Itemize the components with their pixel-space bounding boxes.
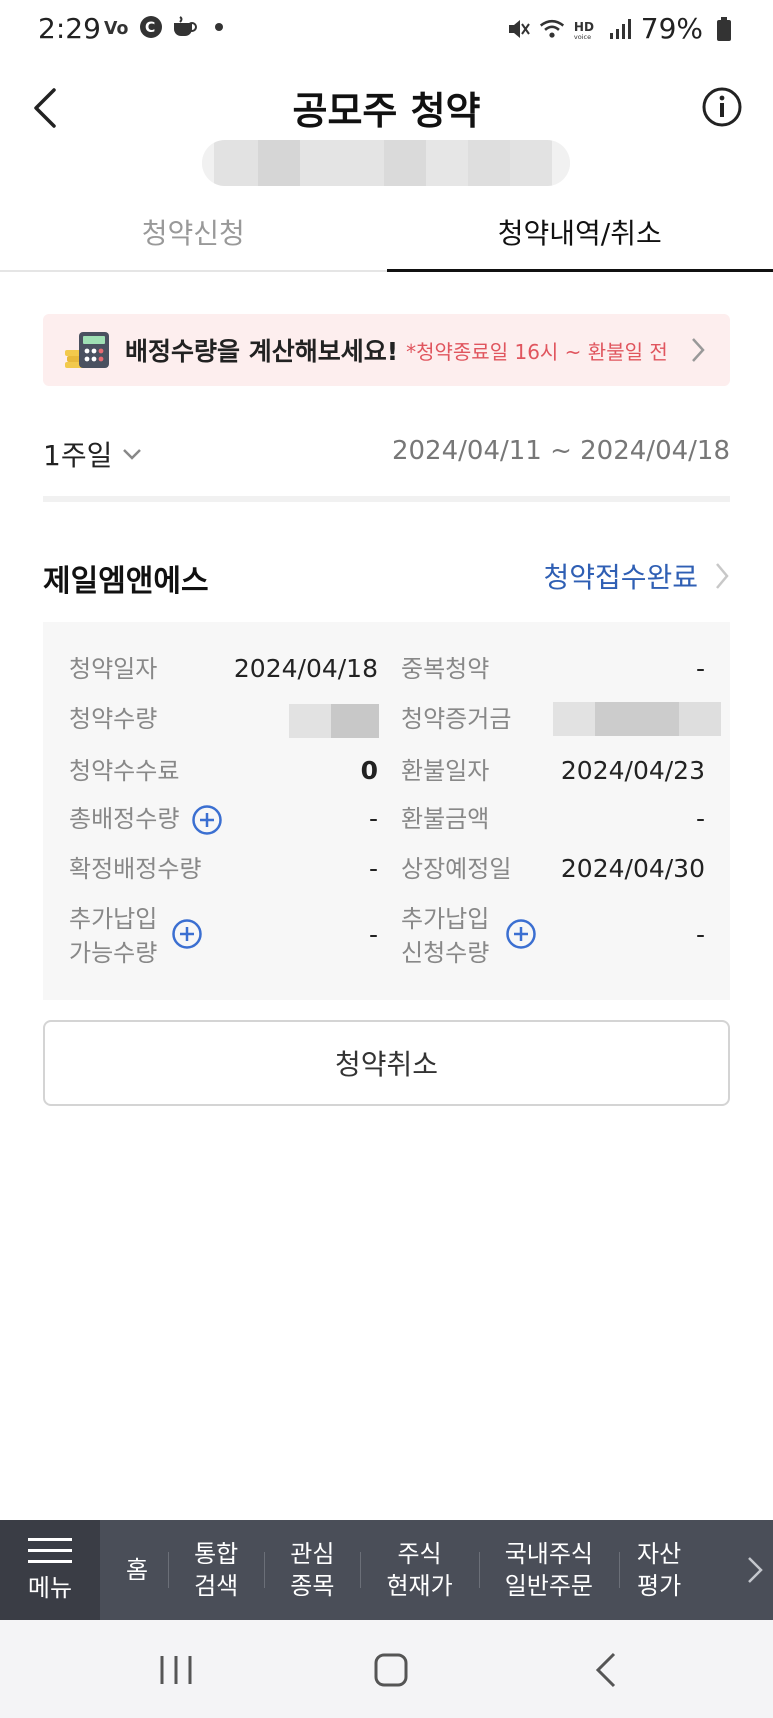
tab-apply[interactable]: 청약신청 xyxy=(0,198,387,270)
wifi-icon xyxy=(539,16,565,42)
label-additional-available-line1: 추가납입 xyxy=(69,905,158,933)
blur-segment xyxy=(595,702,679,736)
blur-segment xyxy=(468,140,510,186)
account-selector[interactable] xyxy=(202,140,570,186)
bottom-app-menu: 메뉴 홈 통합 검색 관심 종목 주식 현재가 국내주식 일반주문 자산 평가 xyxy=(0,1520,773,1620)
dot-icon xyxy=(206,14,232,40)
subscription-header: 제일엠앤에스 청약접수완료 xyxy=(43,552,730,602)
blur-segment xyxy=(300,140,384,186)
value-additional-requested: - xyxy=(695,920,705,949)
subscription-status: 청약접수완료 xyxy=(543,561,698,594)
allocation-calculator-banner[interactable]: 배정수량을 계산해보세요! *청약종료일 16시 ~ 환불일 전 xyxy=(43,314,730,386)
label-additional-requested-line1: 추가납입 xyxy=(401,905,490,933)
menu-button[interactable]: 메뉴 xyxy=(0,1520,100,1620)
back-icon[interactable] xyxy=(586,1648,630,1692)
coffee-icon xyxy=(172,14,198,40)
menu-item-integrated-search[interactable]: 통합 검색 xyxy=(168,1538,264,1602)
value-confirmed-allocation: - xyxy=(368,854,378,883)
menu-item-stock-price[interactable]: 주식 현재가 xyxy=(360,1538,478,1602)
home-icon[interactable] xyxy=(369,1648,413,1692)
hamburger-icon xyxy=(28,1537,72,1564)
system-navigation-bar xyxy=(0,1620,773,1718)
c-icon: C xyxy=(138,14,164,40)
menu-item-domestic-order[interactable]: 국내주식 일반주문 xyxy=(478,1538,619,1602)
label-confirmed-allocation: 확정배정수량 xyxy=(69,855,202,883)
label-listing-date: 상장예정일 xyxy=(401,855,512,883)
label-additional-available-line2: 가능수량 xyxy=(69,939,158,967)
value-refund-date: 2024/04/23 xyxy=(560,756,705,785)
subscription-detail-box: 청약일자 2024/04/18 중복청약 - 청약수량 청약증거금 청약수수료 … xyxy=(43,622,730,1000)
calculator-icon xyxy=(65,330,111,370)
chevron-right-icon xyxy=(692,338,705,362)
banner-sub-text: *청약종료일 16시 ~ 환불일 전 xyxy=(406,339,668,364)
info-icon xyxy=(702,87,742,127)
label-subscription-fee: 청약수수료 xyxy=(69,757,180,785)
value-refund-amount: - xyxy=(695,804,705,833)
label-deposit: 청약증거금 xyxy=(401,705,512,733)
tab-bar: 청약신청 청약내역/취소 xyxy=(0,198,773,272)
blur-segment xyxy=(426,140,468,186)
menu-item-watchlist[interactable]: 관심 종목 xyxy=(264,1538,360,1602)
label-additional-requested: 추가납입 신청수량 xyxy=(401,902,489,970)
value-additional-available: - xyxy=(368,920,378,949)
status-right: HD voice 79% xyxy=(505,12,737,45)
period-dropdown[interactable]: 1주일 xyxy=(43,434,142,474)
status-time: 2:29 xyxy=(38,12,101,45)
company-name: 제일엠앤에스 xyxy=(43,564,209,599)
recent-apps-icon[interactable] xyxy=(154,1648,198,1692)
hd-voice-icon: HD voice xyxy=(573,16,599,42)
blur-segment xyxy=(553,702,595,736)
value-subscription-fee: 0 xyxy=(360,756,378,785)
date-range: 2024/04/11 ~ 2024/04/18 xyxy=(391,436,730,466)
status-left-icons: Vo C xyxy=(104,14,232,40)
svg-text:Vo: Vo xyxy=(104,19,128,39)
value-total-allocation: - xyxy=(368,804,378,833)
svg-text:voice: voice xyxy=(574,33,591,41)
info-button[interactable] xyxy=(701,86,743,128)
chevron-down-icon xyxy=(123,449,142,460)
subscription-status-link[interactable]: 청약접수완료 xyxy=(543,556,730,596)
svg-text:HD: HD xyxy=(574,19,594,33)
svg-text:C: C xyxy=(145,20,155,36)
blur-segment xyxy=(679,702,721,736)
battery-icon xyxy=(711,16,737,42)
period-filter-row: 1주일 2024/04/11 ~ 2024/04/18 xyxy=(43,430,730,480)
label-subscription-date: 청약일자 xyxy=(69,655,158,683)
menu-item-asset-evaluation[interactable]: 자산 평가 xyxy=(619,1538,699,1602)
blur-segment xyxy=(510,140,552,186)
blur-segment xyxy=(214,140,258,186)
label-duplicate-subscription: 중복청약 xyxy=(401,655,490,683)
blur-segment xyxy=(331,704,379,738)
mute-icon xyxy=(505,16,531,42)
blur-segment xyxy=(258,140,300,186)
value-listing-date: 2024/04/30 xyxy=(560,854,705,883)
chevron-right-icon xyxy=(716,563,729,589)
volte-icon: Vo xyxy=(104,14,130,40)
value-duplicate-subscription: - xyxy=(695,654,705,683)
label-subscription-quantity: 청약수량 xyxy=(69,705,158,733)
status-bar: 2:29 Vo C HD voice 79% xyxy=(0,0,773,56)
label-additional-available: 추가납입 가능수량 xyxy=(69,902,157,970)
label-refund-date: 환불일자 xyxy=(401,757,490,785)
masked-deposit xyxy=(553,702,721,736)
section-divider xyxy=(43,496,730,502)
signal-icon xyxy=(607,16,633,42)
label-additional-requested-line2: 신청수량 xyxy=(401,939,490,967)
blur-segment xyxy=(289,704,331,738)
page-title: 공모주 청약 xyxy=(292,89,481,133)
label-total-allocation-text: 총배정수량 xyxy=(69,805,180,833)
tab-history-cancel[interactable]: 청약내역/취소 xyxy=(386,198,773,272)
label-refund-amount: 환불금액 xyxy=(401,805,490,833)
masked-quantity xyxy=(289,704,379,738)
menu-label: 메뉴 xyxy=(27,1573,73,1602)
cancel-subscription-button[interactable]: 청약취소 xyxy=(43,1020,730,1106)
value-subscription-date: 2024/04/18 xyxy=(233,654,378,683)
period-selected: 1주일 xyxy=(43,439,113,472)
chevron-right-icon[interactable] xyxy=(745,1554,765,1586)
banner-main-text: 배정수량을 계산해보세요! xyxy=(125,337,399,366)
battery-percent: 79% xyxy=(640,12,703,45)
menu-item-home[interactable]: 홈 xyxy=(100,1554,168,1586)
blur-segment xyxy=(384,140,426,186)
